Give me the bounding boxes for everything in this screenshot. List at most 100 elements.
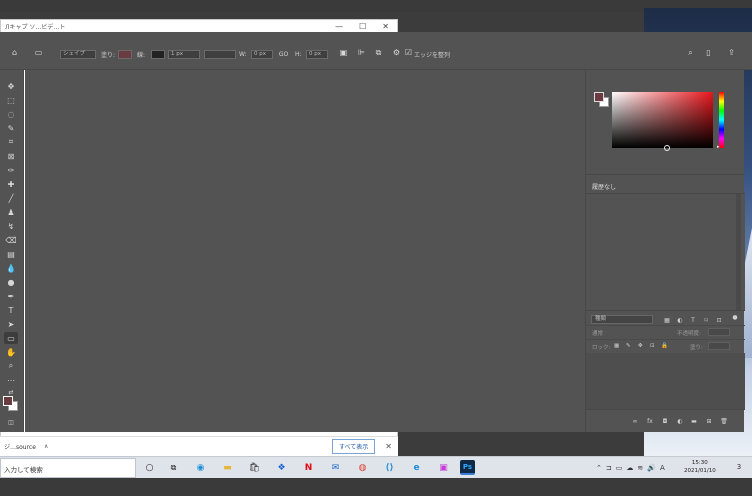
blur-tool-icon[interactable]: 💧 bbox=[4, 262, 18, 274]
foreground-color-swatch[interactable] bbox=[3, 396, 13, 406]
maximize-button[interactable]: ☐ bbox=[359, 22, 366, 31]
gear-icon[interactable]: ⚙ bbox=[391, 47, 402, 58]
taskbar-search-input[interactable]: 入力して検索 bbox=[0, 458, 136, 478]
move-tool-icon[interactable]: ✥ bbox=[4, 80, 18, 92]
quick-mask-icon[interactable]: ◫ bbox=[4, 416, 18, 428]
rectangle-tool-icon[interactable]: ▭ bbox=[4, 332, 18, 344]
share-icon[interactable]: ⇪ bbox=[726, 47, 737, 58]
opacity-field[interactable] bbox=[708, 328, 730, 336]
taskbar-clock[interactable]: 15:30 2021/01/10 bbox=[684, 459, 716, 475]
mail-icon[interactable]: ✉ bbox=[328, 460, 343, 475]
zoom-tool-icon[interactable]: ⌕ bbox=[4, 360, 18, 372]
quick-select-tool-icon[interactable]: ✎ bbox=[4, 122, 18, 134]
color-panel-foreground-swatch[interactable] bbox=[594, 92, 604, 102]
chevron-up-icon[interactable]: ⌃ bbox=[596, 464, 602, 472]
home-icon[interactable]: ⌂ bbox=[9, 47, 20, 58]
photos-icon[interactable]: ▣ bbox=[436, 460, 451, 475]
gradient-tool-icon[interactable]: ▤ bbox=[4, 248, 18, 260]
align-edges-checkbox[interactable]: ☑ bbox=[403, 47, 414, 58]
clone-stamp-tool-icon[interactable]: ♟ bbox=[4, 206, 18, 218]
lock-image-icon[interactable]: ✎ bbox=[626, 343, 631, 349]
type-tool-icon[interactable]: T bbox=[4, 304, 18, 316]
hue-slider[interactable] bbox=[719, 92, 724, 148]
eyedropper-tool-icon[interactable]: ✑ bbox=[4, 164, 18, 176]
adjustment-layer-icon[interactable]: ◐ bbox=[676, 417, 684, 425]
file-explorer-icon[interactable]: ▬ bbox=[220, 460, 235, 475]
new-group-icon[interactable]: ▬ bbox=[690, 417, 698, 425]
layer-fill-field[interactable] bbox=[708, 342, 730, 350]
crop-tool-icon[interactable]: ⌗ bbox=[4, 136, 18, 148]
stroke-width-field[interactable]: 1 px bbox=[168, 50, 200, 59]
chrome-icon[interactable]: ◍ bbox=[355, 460, 370, 475]
fill-swatch[interactable] bbox=[118, 50, 132, 59]
action-center-icon[interactable]: 3 bbox=[733, 460, 745, 474]
path-arrangement-icon[interactable]: ⧉ bbox=[373, 47, 384, 58]
netflix-icon[interactable]: N bbox=[301, 460, 316, 475]
store-icon[interactable]: 🛍 bbox=[247, 460, 262, 475]
path-alignment-icon[interactable]: ⊫ bbox=[356, 47, 367, 58]
delete-layer-icon[interactable]: 🗑 bbox=[720, 417, 728, 425]
edge-icon[interactable]: ◉ bbox=[193, 460, 208, 475]
stroke-swatch[interactable] bbox=[151, 50, 165, 59]
task-view-icon[interactable]: ⧉ bbox=[166, 460, 181, 475]
eraser-tool-icon[interactable]: ⌫ bbox=[4, 234, 18, 246]
filter-smart-object-icon[interactable]: ⊡ bbox=[715, 316, 723, 324]
chevron-up-icon[interactable]: ∧ bbox=[44, 443, 48, 450]
canvas-area[interactable] bbox=[25, 70, 585, 432]
cloud-icon[interactable]: ☁ bbox=[626, 464, 633, 472]
close-window-button[interactable]: ✕ bbox=[382, 22, 389, 31]
rectangle-tool-preset-icon[interactable]: ▭ bbox=[33, 47, 44, 58]
layer-filter-input[interactable]: 種類 bbox=[591, 315, 653, 324]
search-icon[interactable]: ⌕ bbox=[685, 47, 696, 58]
healing-brush-tool-icon[interactable]: ✚ bbox=[4, 178, 18, 190]
add-mask-icon[interactable]: ◘ bbox=[661, 417, 669, 425]
link-layers-icon[interactable]: ∞ bbox=[631, 417, 639, 425]
volume-icon[interactable]: 🔊 bbox=[647, 464, 656, 472]
history-scrollbar[interactable] bbox=[736, 194, 741, 310]
hand-tool-icon[interactable]: ✋ bbox=[4, 346, 18, 358]
more-tools-icon[interactable]: ⋯ bbox=[4, 374, 18, 386]
stroke-type-select[interactable] bbox=[204, 50, 236, 59]
lock-position-icon[interactable]: ✥ bbox=[638, 343, 643, 349]
filter-pixel-icon[interactable]: ▦ bbox=[663, 316, 671, 324]
width-field[interactable]: 0 px bbox=[251, 50, 273, 59]
minimize-button[interactable]: — bbox=[335, 22, 343, 31]
lock-artboard-icon[interactable]: ⊡ bbox=[650, 343, 655, 349]
cortana-icon[interactable]: ○ bbox=[142, 460, 157, 475]
layer-style-icon[interactable]: fx bbox=[646, 417, 654, 425]
brush-tool-icon[interactable]: ╱ bbox=[4, 192, 18, 204]
history-brush-tool-icon[interactable]: ↯ bbox=[4, 220, 18, 232]
lock-transparent-icon[interactable]: ▦ bbox=[614, 343, 619, 349]
battery-icon[interactable]: ▭ bbox=[616, 464, 623, 472]
blend-mode-select[interactable]: 通常 bbox=[592, 329, 603, 337]
photoshop-taskbar-icon[interactable]: Ps bbox=[460, 460, 475, 475]
internet-explorer-icon[interactable]: e bbox=[409, 460, 424, 475]
notification-item[interactable]: ジ…source bbox=[0, 442, 36, 451]
workspace-icon[interactable]: ▯ bbox=[703, 47, 714, 58]
show-all-button[interactable]: すべて表示 bbox=[331, 439, 376, 454]
filter-type-icon[interactable]: T bbox=[689, 316, 697, 324]
path-operations-icon[interactable]: ▣ bbox=[338, 47, 349, 58]
pen-tool-icon[interactable]: ✒ bbox=[4, 290, 18, 302]
height-field[interactable]: 0 px bbox=[306, 50, 328, 59]
background-tab[interactable]: Лキャプ ソ…ビデ…ト bbox=[5, 22, 65, 31]
dodge-tool-icon[interactable]: ● bbox=[4, 276, 18, 288]
hue-slider-marker[interactable]: ▸ bbox=[717, 144, 720, 150]
vscode-icon[interactable]: ⟨⟩ bbox=[382, 460, 397, 475]
filter-shape-icon[interactable]: ⌑ bbox=[702, 316, 710, 324]
lock-all-icon[interactable]: 🔒 bbox=[661, 343, 668, 349]
color-picker-cursor[interactable] bbox=[664, 145, 670, 151]
frame-tool-icon[interactable]: ⊠ bbox=[4, 150, 18, 162]
network-usb-icon[interactable]: ⊐ bbox=[606, 464, 612, 472]
filter-adjustment-icon[interactable]: ◐ bbox=[676, 316, 684, 324]
shape-mode-select[interactable]: シェイプ bbox=[60, 50, 96, 59]
dropbox-icon[interactable]: ❖ bbox=[274, 460, 289, 475]
filter-toggle-icon[interactable]: ● bbox=[731, 313, 739, 321]
new-layer-icon[interactable]: ⊞ bbox=[705, 417, 713, 425]
lasso-tool-icon[interactable]: ◌ bbox=[4, 108, 18, 120]
wifi-icon[interactable]: ≋ bbox=[637, 464, 643, 472]
path-select-tool-icon[interactable]: ➤ bbox=[4, 318, 18, 330]
color-picker-field[interactable] bbox=[612, 92, 713, 151]
ime-indicator[interactable]: A bbox=[660, 464, 665, 472]
close-icon[interactable]: ✕ bbox=[385, 442, 392, 451]
